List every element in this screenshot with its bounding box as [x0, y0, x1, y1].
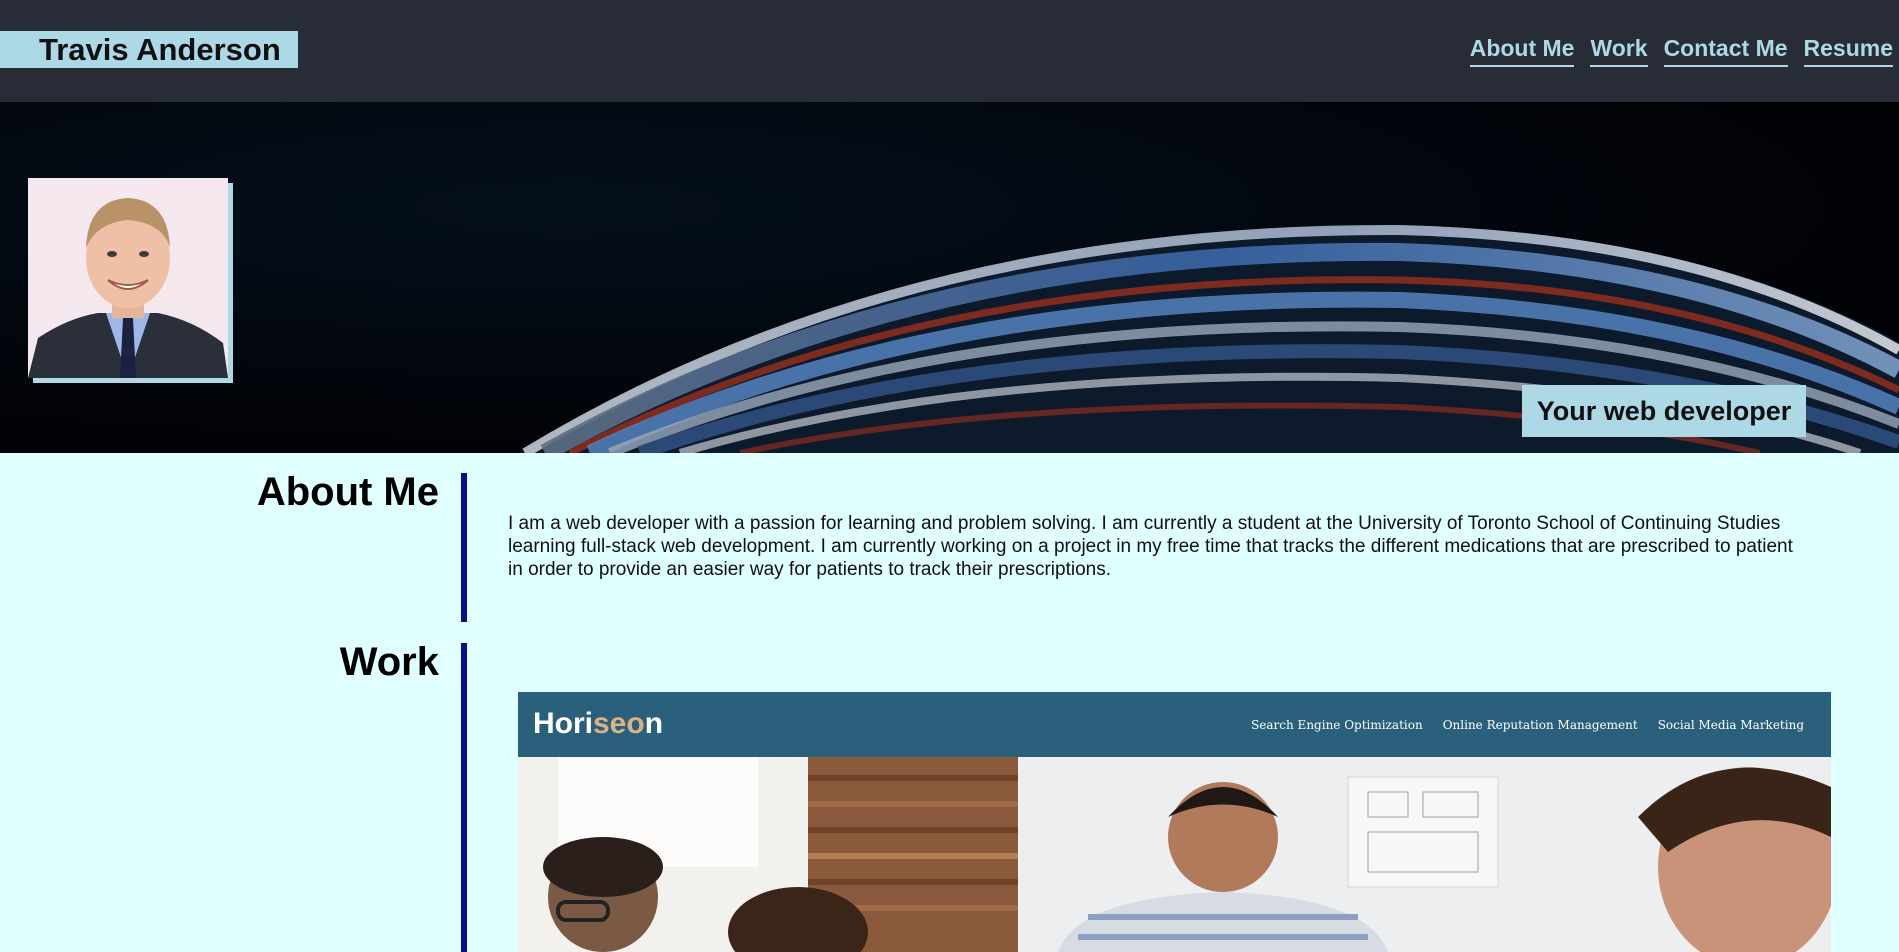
hero-tagline: Your web developer	[1522, 385, 1806, 437]
project-preview-header: Horiseon Search Engine Optimization Onli…	[518, 692, 1831, 757]
nav-link-about-me[interactable]: About Me	[1469, 31, 1575, 67]
project-preview-nav: Search Engine Optimization Online Reputa…	[1251, 716, 1804, 734]
nav-link-work[interactable]: Work	[1590, 31, 1648, 67]
work-divider	[461, 643, 467, 952]
project-nav-item: Online Reputation Management	[1442, 718, 1638, 732]
work-heading: Work	[339, 640, 439, 684]
site-header: Travis Anderson About Me Work Contact Me…	[0, 0, 1899, 102]
about-divider	[461, 473, 467, 622]
nav-link-contact-me[interactable]: Contact Me	[1663, 31, 1788, 67]
project-preview-image	[518, 757, 1831, 952]
main-nav: About Me Work Contact Me Resume	[1469, 31, 1893, 67]
project-logo: Horiseon	[533, 707, 664, 740]
site-name: Travis Anderson	[0, 31, 298, 68]
about-heading: About Me	[256, 470, 439, 514]
project-nav-item: Search Engine Optimization	[1251, 718, 1423, 732]
project-nav-item: Social Media Marketing	[1657, 718, 1804, 732]
nav-link-resume[interactable]: Resume	[1803, 31, 1893, 67]
profile-photo	[28, 178, 228, 378]
hero-banner: Your web developer	[0, 102, 1899, 453]
project-card-horiseon[interactable]: Horiseon Search Engine Optimization Onli…	[518, 692, 1831, 952]
about-text: I am a web developer with a passion for …	[508, 513, 1793, 580]
